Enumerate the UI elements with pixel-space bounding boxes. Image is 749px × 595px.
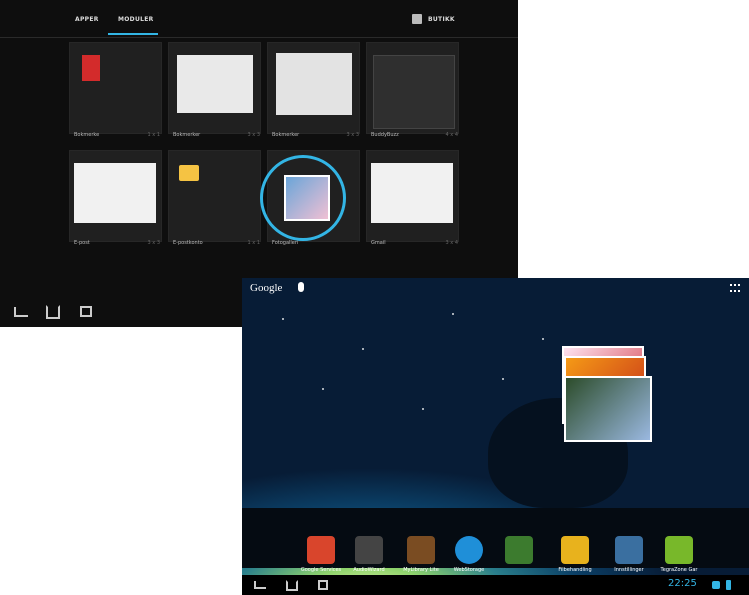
tegrazone-icon [665,536,693,564]
photo-stack-icon [284,175,330,221]
app-label: TegraZone Gar [660,567,698,573]
app-mylibrary[interactable]: MyLibrary Lite [400,536,442,573]
star [362,348,364,350]
tab-apps[interactable]: APPER [75,16,99,23]
battery-icon [726,580,731,590]
widget-tile-email[interactable] [69,150,162,242]
app-label: Google Services [300,567,342,573]
star [502,378,504,380]
recent-apps-icon[interactable] [318,580,328,590]
app-label: AudioWizard [353,567,385,573]
recent-apps-icon[interactable] [80,306,92,317]
google-services-icon [307,536,335,564]
star [542,338,544,340]
system-bar: 22:25 [242,575,749,595]
envelope-icon [179,165,199,181]
star [282,318,284,320]
tile-label: Bokmerker [173,132,201,138]
gmail-preview [371,163,453,223]
back-icon[interactable] [14,307,28,317]
app-label: Filbehandling [558,567,592,573]
tile-size: 1 x 1 [247,240,261,246]
bookmarks-preview [177,55,253,113]
mylibrary-icon [407,536,435,564]
widget-tile-gmail[interactable] [366,150,459,242]
app-webstorage[interactable]: WebStorage [448,536,490,573]
microphone-icon[interactable] [298,282,304,292]
audiowizard-icon [355,536,383,564]
tile-label: E-postkonto [173,240,203,246]
folder-icon [561,536,589,564]
bookmarks-preview [276,53,352,115]
app-label: Innstillinger [614,567,644,573]
tab-widgets[interactable]: MODULER [118,16,154,23]
app-tegrazone[interactable]: TegraZone Gar [658,536,700,573]
back-icon[interactable] [254,581,266,589]
tile-size: 1 x 1 [147,132,161,138]
widget-tile-bookmarks-2[interactable] [267,42,360,134]
buddybuzz-preview [373,55,455,129]
widget-tile-email-account[interactable] [168,150,261,242]
divider [0,37,518,38]
wifi-icon [712,581,720,589]
all-apps-icon[interactable] [730,284,740,292]
tile-label: Fotogalleri [272,240,299,246]
app-settings[interactable]: Innstillinger [608,536,650,573]
star [452,313,454,315]
home-screen: Google Google Services AudioWizard MyLib… [242,278,749,595]
tile-label: Bokmerke [74,132,100,138]
app-maps[interactable] [498,536,540,567]
tile-label: Gmail [371,240,386,246]
home-icon[interactable] [286,580,298,591]
widget-tile-buddybuzz[interactable] [366,42,459,134]
bookmark-icon [82,55,100,81]
tile-label: E-post [74,240,90,246]
widget-tile-bookmarks-1[interactable] [168,42,261,134]
email-preview [74,163,156,223]
tile-size: 3 x 3 [147,240,161,246]
app-audiowizard[interactable]: AudioWizard [348,536,390,573]
star [322,388,324,390]
app-label: MyLibrary Lite [403,567,439,573]
active-tab-underline [108,33,158,35]
store-icon[interactable] [412,14,422,24]
tab-bar: APPER MODULER BUTIKK [0,0,518,38]
app-google-services[interactable]: Google Services [300,536,342,573]
tile-label: Bokmerker [272,132,300,138]
widget-tile-bookmark[interactable] [69,42,162,134]
star [422,408,424,410]
tile-size: 3 x 3 [247,132,261,138]
tile-size: 3 x 4 [445,240,459,246]
app-label: WebStorage [453,567,485,573]
home-icon[interactable] [46,305,60,319]
store-label[interactable]: BUTIKK [428,16,455,23]
tile-size: 3 x 3 [346,132,360,138]
clock[interactable]: 22:25 [668,578,697,589]
settings-icon [615,536,643,564]
google-search-label[interactable]: Google [250,282,282,294]
tile-label: BuddyBuzz [371,132,399,138]
maps-icon [505,536,533,564]
tile-size: 4 x 4 [445,132,459,138]
webstorage-icon [455,536,483,564]
photo-widget-front[interactable] [564,376,652,442]
app-file-manager[interactable]: Filbehandling [554,536,596,573]
